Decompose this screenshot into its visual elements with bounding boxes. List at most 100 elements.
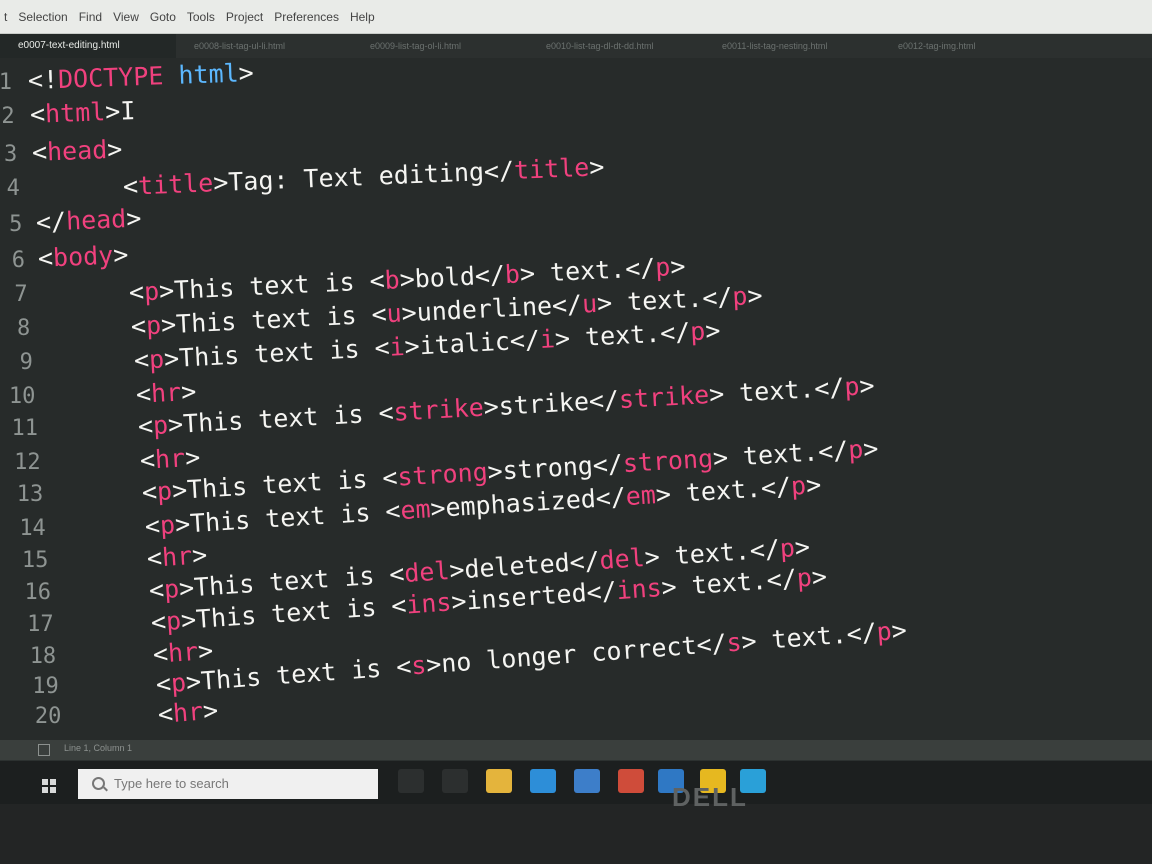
tag-name-token: p: [158, 510, 176, 541]
code-line[interactable]: <hr>: [146, 540, 208, 573]
file-tab[interactable]: e0011-list-tag-nesting.html: [704, 41, 880, 51]
tag-name-token: p: [147, 344, 165, 375]
text-token: >: [104, 96, 121, 127]
text-token: <: [145, 543, 163, 573]
text-token: </: [35, 206, 67, 237]
text-token: I: [119, 96, 136, 126]
tag-name-token: strike: [618, 380, 710, 415]
task-view-icon[interactable]: [442, 769, 468, 793]
tag-name-token: ins: [405, 587, 453, 620]
tag-name-token: i: [538, 324, 556, 354]
text-token: >: [793, 532, 811, 563]
code-editor[interactable]: 1 <!DOCTYPE html> 2 <html>I 3 <head> 4 <title>T…: [0, 58, 1152, 740]
line-number: 1: [0, 70, 12, 95]
line-number: 11: [11, 416, 39, 441]
text-token: >: [125, 203, 142, 234]
line-number: 6: [11, 248, 25, 273]
code-line[interactable]: <!DOCTYPE html>: [27, 58, 254, 95]
text-token: <: [128, 277, 145, 307]
text-token: >This text is <: [162, 332, 390, 374]
text-token: >: [669, 251, 687, 282]
line-number: 18: [29, 644, 57, 669]
menu-item-t[interactable]: t: [4, 10, 7, 24]
cortana-icon[interactable]: [398, 769, 424, 793]
code-line[interactable]: <body>: [37, 240, 129, 273]
tag-name-token: hr: [167, 636, 200, 668]
text-token: >emphasized</: [429, 482, 627, 524]
line-number: 9: [19, 350, 33, 375]
line-number: 8: [16, 316, 31, 341]
menu-item-project[interactable]: Project: [226, 10, 263, 24]
text-token: >: [804, 469, 822, 500]
file-tab[interactable]: e0007-text-editing.html: [0, 34, 176, 58]
code-line[interactable]: <html>I: [29, 96, 135, 129]
text-token: >strong</: [487, 449, 625, 487]
code-line[interactable]: <hr>: [157, 696, 219, 729]
file-tab[interactable]: e0008-list-tag-ul-li.html: [176, 41, 352, 51]
text-token: >: [588, 152, 605, 182]
tag-name-token: strong: [396, 457, 489, 492]
file-tab[interactable]: e0010-list-tag-dl-dt-dd.html: [528, 41, 704, 51]
text-token: > text.</: [740, 617, 878, 657]
line-number: 14: [19, 516, 46, 541]
code-line[interactable]: <hr>: [135, 377, 197, 409]
text-token: <: [137, 411, 154, 441]
file-tab[interactable]: e0009-list-tag-ol-li.html: [352, 41, 528, 51]
code-line[interactable]: <hr>: [139, 443, 201, 475]
menu-item-view[interactable]: View: [113, 10, 139, 24]
file-tab[interactable]: e0012-tag-img.html: [880, 41, 1056, 51]
menu-item-goto[interactable]: Goto: [150, 10, 176, 24]
panel-toggle-icon[interactable]: [38, 744, 50, 756]
tag-name-token: p: [843, 371, 861, 402]
line-number: 13: [16, 482, 44, 507]
menu-bar: t Selection Find View Goto Tools Project Prefer…: [0, 0, 1152, 34]
code-line[interactable]: </head>: [35, 203, 142, 237]
text-token: > text.</: [596, 282, 734, 318]
tab-bar: e0007-text-editing.html e0008-list-tag-ul…: [0, 34, 1152, 58]
tag-name-token: hr: [171, 696, 204, 728]
text-token: >Tag: Text editing</: [212, 155, 515, 198]
menu-item-preferences[interactable]: Preferences: [274, 10, 339, 24]
line-number: 15: [21, 548, 49, 573]
windows-start-icon[interactable]: [42, 779, 56, 793]
text-token: <: [37, 243, 54, 273]
tag-name-token: b: [384, 265, 401, 295]
text-token: <: [154, 668, 172, 699]
menu-item-find[interactable]: Find: [79, 10, 102, 24]
line-number: 19: [32, 674, 59, 699]
chrome-icon[interactable]: [618, 769, 644, 793]
text-token: >: [197, 635, 215, 666]
tag-name-token: strong: [622, 443, 715, 479]
edge-icon[interactable]: [530, 769, 556, 793]
search-icon: [92, 777, 105, 790]
text-token: > text.</: [654, 471, 792, 510]
text-token: >: [747, 280, 764, 311]
store-icon[interactable]: [574, 769, 600, 793]
text-token: >This text is <: [158, 265, 386, 306]
text-token: >: [704, 315, 721, 346]
text-token: >This text is <: [184, 651, 412, 697]
tag-name-token: title: [513, 152, 590, 185]
monitor-bezel: [0, 804, 1152, 864]
code-line[interactable]: <p>This text is <strike>strike</strike> …: [137, 371, 875, 441]
search-placeholder: Type here to search: [114, 776, 229, 791]
code-line[interactable]: <hr>: [152, 636, 214, 669]
code-line[interactable]: <title>Tag: Text editing</title>: [122, 152, 604, 201]
menu-item-tools[interactable]: Tools: [187, 10, 215, 24]
cursor-position: Line 1, Column 1: [64, 743, 133, 753]
line-number: 2: [1, 104, 15, 129]
line-number: 10: [8, 384, 36, 409]
menu-item-help[interactable]: Help: [350, 10, 375, 24]
text-token: >: [112, 239, 129, 270]
line-number: 3: [3, 142, 18, 167]
tag-name-token: i: [388, 332, 405, 362]
text-token: >This text is <: [160, 299, 388, 340]
menu-item-selection[interactable]: Selection: [18, 10, 67, 24]
text-token: >: [106, 134, 123, 165]
code-line[interactable]: <head>: [31, 134, 122, 167]
taskbar-search-box[interactable]: Type here to search: [78, 769, 378, 799]
tag-name-token: hr: [160, 541, 193, 573]
text-token: > text.</: [712, 435, 850, 473]
file-explorer-icon[interactable]: [486, 769, 512, 793]
text-token: >italic</: [403, 325, 541, 361]
